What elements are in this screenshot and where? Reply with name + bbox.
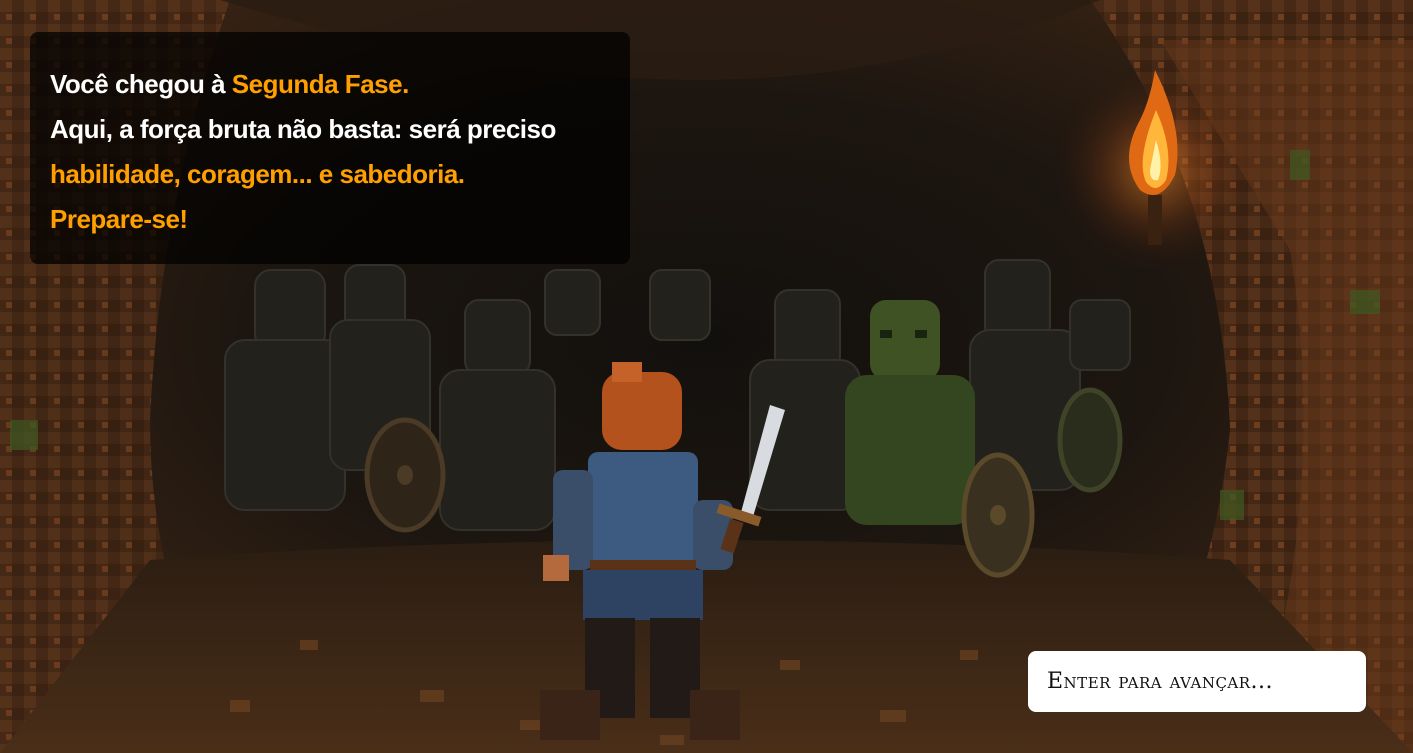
advance-prompt-button[interactable]: Enter para avançar... <box>1028 651 1366 712</box>
dialog-line-4: Prepare-se! <box>50 204 188 234</box>
story-dialog-box: Você chegou à Segunda Fase. Aqui, a forç… <box>30 32 630 264</box>
shield-icon <box>961 452 1035 578</box>
dialog-line-3: habilidade, coragem... e sabedoria. <box>50 159 465 189</box>
dialog-text: Você chegou à <box>50 69 232 99</box>
phase-highlight: Segunda Fase. <box>231 69 410 99</box>
advance-prompt-label: Enter para avançar... <box>1047 669 1274 694</box>
shield-icon <box>1057 387 1123 493</box>
dialog-line-2: Aqui, a força bruta não basta: será prec… <box>50 114 556 144</box>
shield-icon <box>364 417 446 533</box>
dialog-line-1: Você chegou à Segunda Fase. <box>50 62 610 107</box>
